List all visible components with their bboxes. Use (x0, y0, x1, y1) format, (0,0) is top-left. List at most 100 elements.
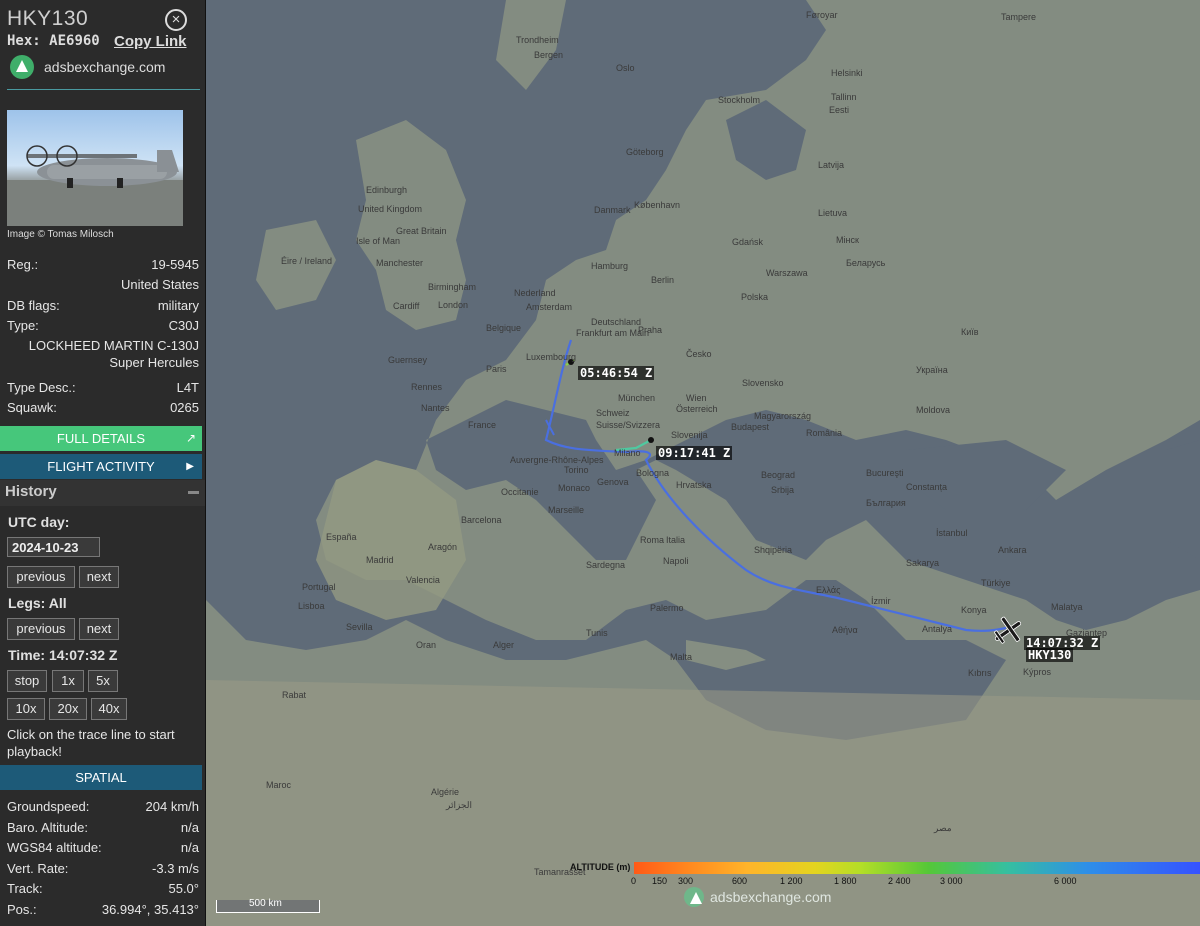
next-day-button[interactable]: next (79, 566, 119, 588)
aircraft-marker-icon[interactable] (991, 614, 1025, 648)
speed-40x-button[interactable]: 40x (91, 698, 127, 720)
trace-mid-point[interactable] (648, 437, 654, 443)
place-label: Helsinki (831, 68, 863, 78)
place-label: Konya (961, 605, 987, 615)
source-label: adsbexchange.com (44, 59, 166, 75)
place-label: Cardiff (393, 301, 420, 311)
stop-button[interactable]: stop (7, 670, 47, 692)
place-label: Nantes (421, 403, 450, 413)
place-label: Tampere (1001, 12, 1037, 22)
place-label: Beograd (761, 470, 796, 480)
place-label: Hrvatska (676, 480, 712, 490)
hex-row: Hex: AE6960 (7, 33, 100, 49)
altitude-tick: 6 000 (1054, 876, 1077, 886)
vertical-rate-label: Vert. Rate: (7, 861, 69, 876)
collapse-icon[interactable] (188, 491, 199, 494)
place-label: Bucureşti (866, 468, 904, 478)
place-label: Amsterdam (526, 302, 573, 312)
place-label: Napoli (663, 556, 689, 566)
place-label: Hamburg (591, 261, 629, 271)
place-label: Marseille (548, 505, 585, 515)
place-label: Slovensko (742, 378, 784, 388)
speed-1x-button[interactable]: 1x (52, 670, 84, 692)
model-line1: LOCKHEED MARTIN C-130J (28, 338, 199, 353)
place-label: Algérie (431, 787, 460, 797)
vertical-rate-value: -3.3 m/s (152, 861, 199, 876)
full-details-button[interactable]: FULL DETAILS ↗ (0, 426, 202, 451)
position-label: Pos.: (7, 902, 37, 917)
place-label: Manchester (376, 258, 424, 268)
close-icon[interactable]: × (165, 9, 187, 31)
speed-20x-button[interactable]: 20x (49, 698, 87, 720)
aircraft-callsign-label: HKY130 (1026, 648, 1074, 662)
place-label: Schweiz (596, 408, 630, 418)
place-label: Türkiye (981, 578, 1011, 588)
place-label: Ελλάς (816, 585, 841, 595)
place-label: Shqipëria (754, 545, 793, 555)
reg-label: Reg.: (7, 257, 39, 272)
place-label: Paris (486, 364, 507, 374)
place-label: Bergen (534, 50, 564, 60)
full-details-label: FULL DETAILS (56, 431, 146, 446)
place-label: Ankara (998, 545, 1027, 555)
position-value: 36.994°, 35.413° (101, 902, 199, 917)
place-label: Moldova (916, 405, 951, 415)
place-label: Birmingham (428, 282, 477, 292)
altitude-tick: 300 (678, 876, 694, 886)
speed-10x-button[interactable]: 10x (7, 698, 45, 720)
place-label: България (866, 498, 906, 508)
spatial-section-button[interactable]: SPATIAL (0, 765, 202, 790)
groundspeed-label: Groundspeed: (7, 799, 90, 814)
place-label: Беларусь (846, 258, 886, 268)
place-label: Torino (564, 465, 589, 475)
place-label: Auvergne-Rhône-Alpes (510, 455, 604, 465)
history-header[interactable]: History (0, 480, 205, 506)
place-label: Україна (916, 365, 948, 375)
place-label: Edinburgh (366, 185, 408, 195)
date-input[interactable]: 2024-10-23 (7, 537, 100, 557)
speed-5x-button[interactable]: 5x (88, 670, 118, 692)
place-label: Tallinn (831, 92, 857, 102)
place-label: Praha (638, 325, 663, 335)
time-label: Time: 14:07:32 Z (8, 647, 118, 663)
reg-value: 19-5945 (151, 257, 199, 272)
place-label: Belgique (486, 323, 522, 333)
place-label: Portugal (302, 582, 336, 592)
place-label: Great Britain (396, 226, 447, 236)
squawk-value: 0265 (170, 400, 199, 415)
legs-label: Legs: All (8, 595, 67, 611)
map-view[interactable]: Føroyar Trondheim Tampere Bergen Oslo He… (206, 0, 1200, 926)
altitude-tick: 1 200 (780, 876, 803, 886)
track-value: 55.0° (168, 881, 199, 896)
place-label: Warszawa (766, 268, 808, 278)
place-label: Berlin (651, 275, 675, 285)
place-label: Sakarya (906, 558, 940, 568)
scale-label: 500 km (249, 898, 282, 909)
place-label: Suisse/Svizzera (596, 420, 661, 430)
altitude-tick: 600 (732, 876, 748, 886)
place-label: Eesti (829, 105, 850, 115)
place-label: Kýpros (1023, 667, 1052, 677)
place-label: Lietuva (818, 208, 848, 218)
place-label: Éire / Ireland (281, 256, 333, 266)
aircraft-photo[interactable] (7, 110, 183, 226)
place-label: Isle of Man (356, 236, 401, 246)
place-label: Bologna (636, 468, 670, 478)
flight-activity-button[interactable]: FLIGHT ACTIVITY ▶ (0, 454, 202, 479)
utc-day-label: UTC day: (8, 514, 70, 530)
place-label: Oran (416, 640, 437, 650)
place-label: Nederland (514, 288, 556, 298)
place-label: London (438, 300, 469, 310)
place-label: Magyarország (754, 411, 812, 421)
copy-link-button[interactable]: Copy Link (114, 33, 187, 50)
place-label: Мінск (836, 235, 859, 245)
previous-day-button[interactable]: previous (7, 566, 75, 588)
place-label: Føroyar (806, 10, 838, 20)
external-link-icon: ↗ (185, 431, 196, 445)
place-label: Österreich (676, 404, 718, 414)
trace-time-label: 05:46:54 Z (578, 366, 655, 380)
previous-leg-button[interactable]: previous (7, 618, 75, 640)
next-leg-button[interactable]: next (79, 618, 119, 640)
track-label: Track: (7, 881, 43, 896)
source-link[interactable]: adsbexchange.com (10, 55, 165, 79)
